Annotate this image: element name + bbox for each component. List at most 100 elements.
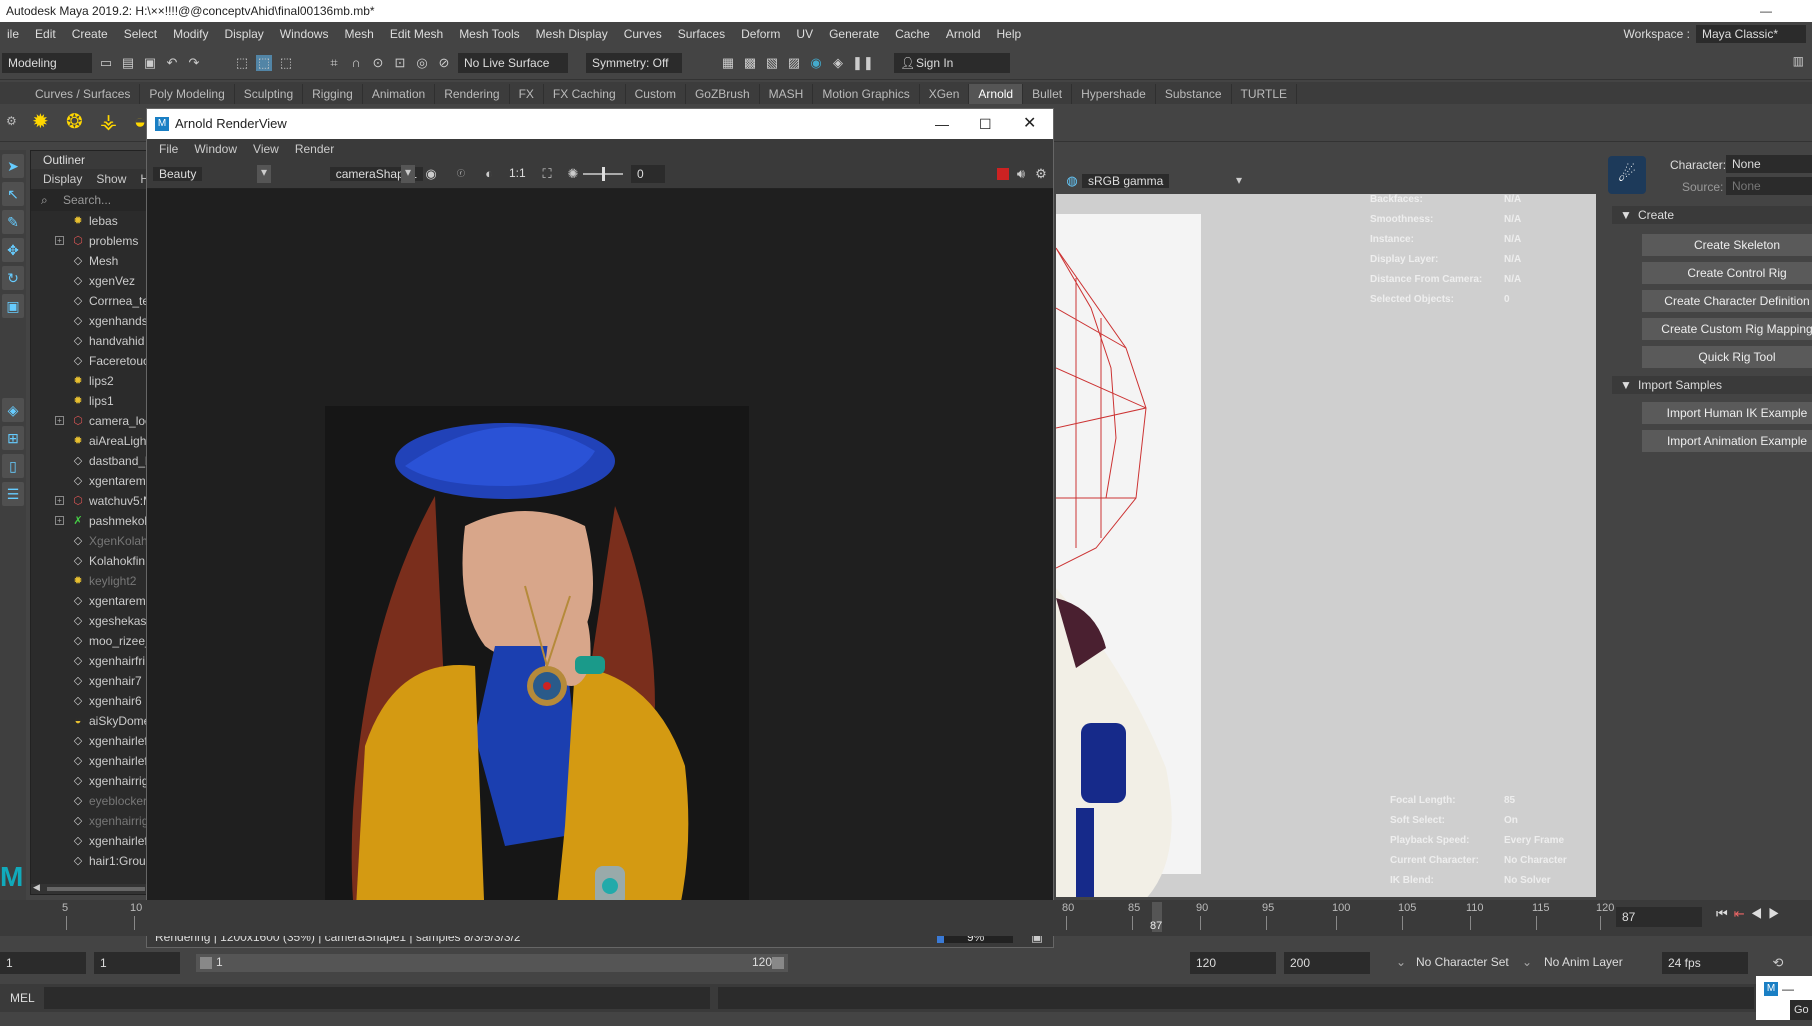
- colorspace-dropdown[interactable]: sRGB gamma: [1082, 174, 1170, 188]
- create-button[interactable]: Create Control Rig: [1642, 262, 1812, 284]
- four-view-icon[interactable]: ⊞: [2, 426, 24, 450]
- arnold-render-icon[interactable]: ◉: [808, 55, 824, 71]
- minimize-icon[interactable]: —: [1760, 0, 1772, 22]
- outliner-item[interactable]: ◇ Kolahokfin: [31, 551, 147, 571]
- snap-surface-icon[interactable]: ◎: [414, 55, 430, 71]
- stop-render-icon[interactable]: [997, 168, 1009, 180]
- select-hierarchy-icon[interactable]: ⬚: [234, 55, 250, 71]
- exposure-field[interactable]: 0: [631, 165, 665, 183]
- aov-dropdown[interactable]: Beauty: [153, 167, 203, 181]
- sound-icon[interactable]: 🔊︎: [1013, 166, 1029, 182]
- ipr-render-icon[interactable]: ▧: [764, 55, 780, 71]
- outliner-item[interactable]: ◇ xgenhairfri: [31, 651, 147, 671]
- outliner-layout-icon[interactable]: ☰: [2, 482, 24, 506]
- outliner-item[interactable]: ✹ keylight2: [31, 571, 147, 591]
- shelf-tab[interactable]: Poly Modeling: [140, 84, 235, 104]
- outliner-item[interactable]: ◇ eyeblocker: [31, 791, 147, 811]
- outliner-item[interactable]: ◇ xgenhairlef: [31, 731, 147, 751]
- renderview-menu-item[interactable]: Window: [194, 139, 237, 159]
- outliner-item[interactable]: + ⬡ problems: [31, 231, 147, 251]
- outliner-item[interactable]: ✹ lips2: [31, 371, 147, 391]
- command-language-label[interactable]: MEL: [10, 991, 35, 1005]
- scene-start-field[interactable]: 1: [0, 952, 86, 974]
- shelf-tab[interactable]: XGen: [920, 84, 970, 104]
- scroll-left-icon[interactable]: ◀: [33, 882, 40, 893]
- exposure-icon[interactable]: ✺: [565, 166, 581, 182]
- shelf-tab[interactable]: FX Caching: [544, 84, 626, 104]
- alpha-channel-icon[interactable]: ◐: [481, 166, 497, 182]
- import-samples-section-header[interactable]: ▼ Import Samples: [1612, 376, 1812, 394]
- fps-dropdown[interactable]: 24 fps: [1662, 952, 1748, 974]
- ratio-button[interactable]: 1:1: [509, 166, 526, 180]
- source-dropdown[interactable]: None: [1726, 177, 1812, 195]
- outliner-item[interactable]: ◇ xgentarem: [31, 591, 147, 611]
- menu-item[interactable]: Arnold: [939, 27, 990, 41]
- live-surface-field[interactable]: No Live Surface: [458, 52, 568, 73]
- outliner-item[interactable]: ◇ XgenKolah: [31, 531, 147, 551]
- persp-outliner-icon[interactable]: ▯: [2, 454, 24, 478]
- create-section-header[interactable]: ▼ Create: [1612, 206, 1812, 224]
- character-set-dropdown[interactable]: No Character Set: [1416, 955, 1509, 969]
- outliner-item[interactable]: + ✗ pashmekol: [31, 511, 147, 531]
- shelf-tab[interactable]: MASH: [760, 84, 814, 104]
- workspace-dropdown[interactable]: Maya Classic*: [1696, 25, 1806, 43]
- menu-item[interactable]: Mesh Tools: [452, 27, 528, 41]
- close-icon[interactable]: ✕: [1023, 109, 1036, 139]
- undo-icon[interactable]: ↶: [164, 55, 180, 71]
- shelf-tab[interactable]: Arnold: [969, 84, 1024, 104]
- time-slider[interactable]: 5 10 80 85 90 95 100 105 110 115 120 87 87 ⏮⇤◀▶: [0, 900, 1812, 936]
- menu-item[interactable]: Create: [65, 27, 117, 41]
- renderview-menu-item[interactable]: File: [159, 139, 178, 159]
- shelf-tab[interactable]: Curves / Surfaces: [26, 84, 141, 104]
- outliner-item[interactable]: ◇ hair1:Group: [31, 851, 147, 871]
- playback-start-field[interactable]: 1: [94, 952, 180, 974]
- pause-icon[interactable]: ❚❚: [852, 55, 874, 71]
- expand-icon[interactable]: +: [55, 496, 64, 505]
- expand-icon[interactable]: +: [55, 236, 64, 245]
- expand-icon[interactable]: +: [55, 516, 64, 525]
- outliner-item[interactable]: ◇ dastband_l: [31, 451, 147, 471]
- arnold-photometric-light-icon[interactable]: ⚶: [100, 112, 117, 132]
- select-object-icon[interactable]: ⬚: [256, 54, 272, 71]
- current-frame-field[interactable]: 87: [1616, 907, 1702, 927]
- save-scene-icon[interactable]: ▣: [142, 55, 158, 71]
- shelf-tab[interactable]: Animation: [363, 84, 436, 104]
- outliner-item[interactable]: ✹ lips1: [31, 391, 147, 411]
- shelf-tab[interactable]: Rendering: [435, 84, 510, 104]
- menu-item[interactable]: Cache: [888, 27, 939, 41]
- outliner-item[interactable]: ◒ aiSkyDome: [31, 711, 147, 731]
- range-start-handle[interactable]: [200, 957, 212, 969]
- outliner-item[interactable]: ✹ aiAreaLight: [31, 431, 147, 451]
- outliner-item[interactable]: ◇ Mesh: [31, 251, 147, 271]
- paint-select-icon[interactable]: ✎: [2, 210, 24, 234]
- move-tool-icon[interactable]: ✥: [2, 238, 24, 262]
- redo-icon[interactable]: ↷: [186, 55, 202, 71]
- menu-item[interactable]: Edit: [28, 27, 65, 41]
- expand-icon[interactable]: +: [55, 416, 64, 425]
- rgb-channels-icon[interactable]: ⓡ: [453, 166, 469, 182]
- snap-point-icon[interactable]: ⊙: [370, 55, 386, 71]
- shelf-menu-icon[interactable]: ⚙: [6, 114, 17, 128]
- single-perspective-icon[interactable]: ◈: [2, 398, 24, 422]
- sign-in-button[interactable]: 👤︎ Sign In: [894, 52, 1010, 73]
- menu-item[interactable]: Edit Mesh: [383, 27, 452, 41]
- outliner-item[interactable]: + ⬡ camera_loc: [31, 411, 147, 431]
- render-icon[interactable]: ◉: [423, 166, 439, 182]
- playback-end-field[interactable]: 120: [1190, 952, 1276, 974]
- outliner-item[interactable]: ◇ xgenhands: [31, 311, 147, 331]
- shelf-tab[interactable]: Motion Graphics: [813, 84, 920, 104]
- colorspace-icon[interactable]: ◍: [1064, 173, 1080, 189]
- hypershade-icon[interactable]: ◈: [830, 55, 846, 71]
- create-button[interactable]: Create Skeleton: [1642, 234, 1812, 256]
- arnold-area-light-icon[interactable]: ✹: [32, 112, 49, 132]
- step-back-key-icon[interactable]: ⇤: [1734, 906, 1751, 921]
- rotate-tool-icon[interactable]: ↻: [2, 266, 24, 290]
- character-dropdown[interactable]: None: [1726, 155, 1812, 173]
- open-scene-icon[interactable]: ▤: [120, 55, 136, 71]
- menu-item[interactable]: Deform: [734, 27, 789, 41]
- shelf-tab[interactable]: Custom: [626, 84, 686, 104]
- scale-tool-icon[interactable]: ▣: [2, 294, 24, 318]
- shelf-tab[interactable]: TURTLE: [1232, 84, 1297, 104]
- outliner-item[interactable]: ◇ Corrnea_te: [31, 291, 147, 311]
- menu-item[interactable]: Modify: [166, 27, 217, 41]
